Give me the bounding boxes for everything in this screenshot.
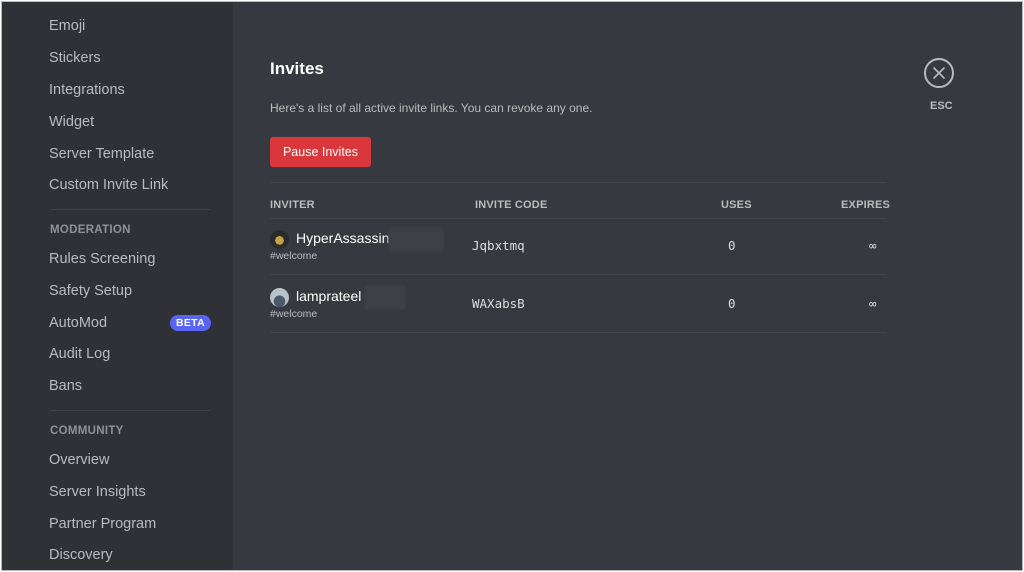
invites-page: Invites Here's a list of all active invi… [233, 2, 1022, 570]
sidebar-item-label: Widget [49, 114, 95, 130]
sidebar-item-label: Emoji [49, 18, 86, 34]
sidebar-item-server-template[interactable]: Server Template [41, 139, 211, 169]
column-header-inviter: INVITER [270, 199, 315, 211]
avatar [270, 230, 289, 249]
sidebar-item-custom-invite-link[interactable]: Custom Invite Link [41, 170, 211, 200]
divider [270, 218, 886, 219]
invite-code: WAXabsB [472, 296, 525, 311]
sidebar-item-label: Stickers [49, 50, 101, 66]
column-header-expires: EXPIRES [841, 199, 891, 211]
inviter-name: HyperAssassin [296, 230, 390, 246]
sidebar-item-label: Overview [49, 452, 110, 468]
invite-expires: ∞ [869, 296, 877, 311]
close-button[interactable] [924, 58, 954, 88]
redacted-overlay [364, 285, 406, 310]
invite-uses: 0 [728, 238, 736, 253]
pause-invites-button[interactable]: Pause Invites [270, 137, 371, 167]
avatar [270, 288, 289, 307]
page-title: Invites [270, 59, 324, 78]
sidebar-item-stickers[interactable]: Stickers [41, 43, 211, 73]
sidebar-item-label: Bans [49, 378, 83, 394]
sidebar-item-bans[interactable]: Bans [41, 371, 211, 401]
sidebar-divider [50, 410, 210, 411]
close-icon [933, 67, 945, 79]
sidebar-item-widget[interactable]: Widget [41, 107, 211, 137]
invite-expires: ∞ [869, 238, 877, 253]
sidebar-item-label: Safety Setup [49, 283, 133, 299]
sidebar-item-label: Custom Invite Link [49, 177, 169, 193]
sidebar-item-integrations[interactable]: Integrations [41, 75, 211, 105]
sidebar-item-audit-log[interactable]: Audit Log [41, 339, 211, 369]
invite-code: Jqbxtmq [472, 238, 525, 253]
sidebar-item-label: Audit Log [49, 346, 111, 362]
sidebar-item-label: Discovery [49, 547, 113, 563]
sidebar-item-label: Server Template [49, 146, 155, 162]
divider [270, 274, 886, 275]
sidebar-item-overview[interactable]: Overview [41, 445, 211, 475]
inviter-name: lamprateel [296, 288, 362, 304]
esc-label: ESC [930, 100, 953, 112]
column-header-uses: USES [721, 199, 752, 211]
sidebar-divider [50, 209, 210, 210]
sidebar-item-label: Integrations [49, 82, 125, 98]
sidebar-item-label: Server Insights [49, 484, 146, 500]
invite-channel: #welcome [270, 308, 318, 320]
sidebar-item-label: Partner Program [49, 516, 157, 532]
invite-uses: 0 [728, 296, 736, 311]
sidebar-section-community: COMMUNITY [50, 425, 124, 437]
divider [270, 332, 886, 333]
table-row[interactable]: HyperAssassin #welcome Jqbxtmq 0 ∞ [270, 227, 886, 288]
invite-channel: #welcome [270, 250, 318, 262]
sidebar-item-partner-program[interactable]: Partner Program [41, 509, 211, 539]
sidebar-section-moderation: MODERATION [50, 224, 131, 236]
table-row[interactable]: lamprateel #welcome WAXabsB 0 ∞ [270, 285, 886, 346]
page-description: Here's a list of all active invite links… [270, 101, 593, 115]
sidebar-item-emoji[interactable]: Emoji [41, 11, 211, 41]
sidebar-item-label: Rules Screening [49, 251, 156, 267]
sidebar-item-label: AutoMod [49, 315, 108, 331]
sidebar-item-safety-setup[interactable]: Safety Setup [41, 276, 211, 306]
sidebar-item-server-insights[interactable]: Server Insights [41, 477, 211, 507]
divider [270, 182, 886, 183]
settings-sidebar: Emoji Stickers Integrations Widget Serve… [2, 2, 233, 570]
beta-badge: BETA [169, 315, 211, 331]
app-window: Emoji Stickers Integrations Widget Serve… [1, 1, 1023, 571]
sidebar-item-rules-screening[interactable]: Rules Screening [41, 244, 211, 274]
sidebar-item-discovery[interactable]: Discovery [41, 540, 211, 570]
sidebar-item-automod[interactable]: AutoMod BETA [41, 308, 211, 338]
redacted-overlay [388, 227, 444, 252]
column-header-invite-code: INVITE CODE [475, 199, 548, 211]
